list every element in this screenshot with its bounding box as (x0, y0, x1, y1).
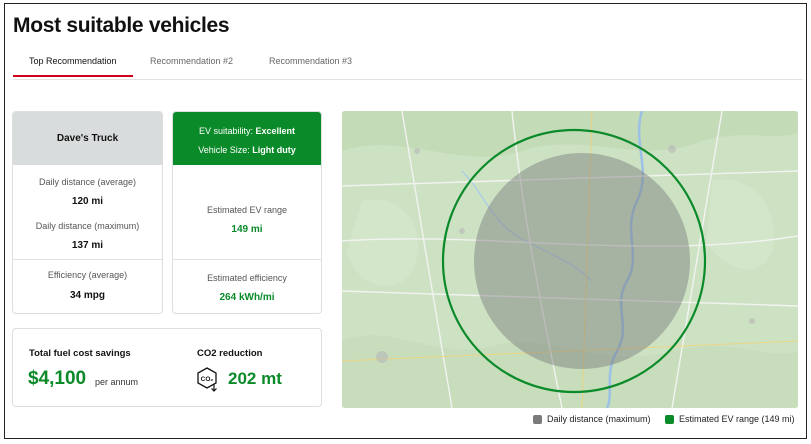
tab-top-recommendation[interactable]: Top Recommendation (29, 56, 117, 66)
legend-swatch-grey (533, 414, 542, 424)
efficiency-average-label: Efficiency (average) (47, 270, 128, 280)
legend-label-ev-range: Estimated EV range (149 mi) (679, 414, 795, 424)
co2-icon-text: CO₂ (201, 376, 214, 383)
ev-range-label: Estimated EV range (206, 205, 288, 215)
vehicle-card: Dave's Truck Daily distance (average) 12… (12, 111, 163, 314)
ev-card-divider (173, 259, 321, 260)
daily-distance-maximum-label: Daily distance (maximum) (35, 221, 140, 231)
ev-efficiency-label: Estimated efficiency (207, 273, 287, 283)
legend-ev-range: Estimated EV range (149 mi) (665, 414, 795, 424)
fuel-savings-unit: per annum (95, 377, 139, 387)
ev-suitability-value: Excellent (255, 126, 296, 136)
savings-card: Total fuel cost savings $4,100 per annum… (12, 328, 322, 407)
page-title: Most suitable vehicles (13, 14, 230, 37)
active-tab-indicator (13, 75, 133, 77)
tab-recommendation-3[interactable]: Recommendation #3 (269, 56, 352, 66)
vehicle-name: Dave's Truck (13, 112, 162, 165)
ev-suitability-label: EV suitability: (198, 126, 253, 136)
legend-label-daily-distance: Daily distance (maximum) (547, 414, 651, 424)
co2-down-icon: CO₂ (195, 366, 219, 392)
ev-suitability-line: EV suitability: Excellent (173, 126, 321, 136)
vehicle-size-label: Vehicle Size: (198, 145, 250, 155)
ev-suitability-header: EV suitability: Excellent Vehicle Size: … (173, 112, 321, 165)
fuel-savings-amount: $4,100 (28, 368, 87, 389)
vehicle-size-value: Light duty (252, 145, 296, 155)
co2-reduction-title: CO2 reduction (197, 348, 263, 359)
legend-daily-distance: Daily distance (maximum) (533, 414, 651, 424)
daily-distance-maximum-value: 137 mi (71, 240, 104, 251)
daily-distance-max-area (474, 153, 690, 369)
ev-card: EV suitability: Excellent Vehicle Size: … (172, 111, 322, 314)
ev-efficiency-value: 264 kWh/mi (219, 292, 275, 303)
daily-distance-average-value: 120 mi (71, 196, 104, 207)
efficiency-average-value: 34 mpg (69, 290, 105, 301)
tab-recommendation-2[interactable]: Recommendation #2 (150, 56, 233, 66)
ev-range-value: 149 mi (231, 224, 263, 235)
co2-reduction-amount: 202 mt (228, 369, 282, 388)
recommendation-tabs: Top Recommendation Recommendation #2 Rec… (13, 52, 803, 80)
daily-distance-average-label: Daily distance (average) (38, 177, 137, 187)
card-divider (13, 259, 162, 260)
range-map[interactable] (342, 111, 798, 408)
map-canvas (342, 111, 798, 408)
fuel-savings-title: Total fuel cost savings (29, 348, 131, 359)
legend-swatch-green (665, 414, 674, 424)
vehicle-size-line: Vehicle Size: Light duty (173, 145, 321, 155)
